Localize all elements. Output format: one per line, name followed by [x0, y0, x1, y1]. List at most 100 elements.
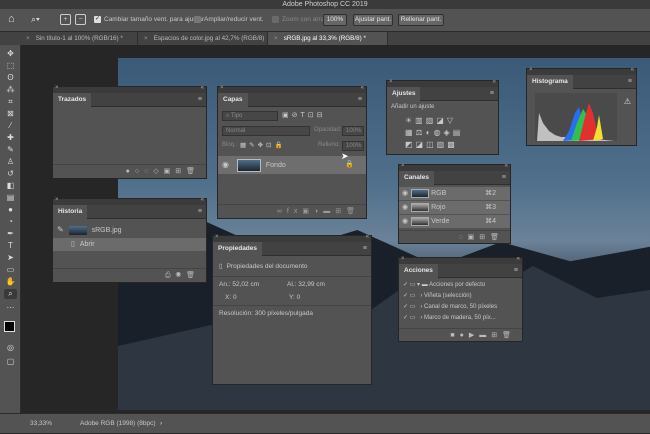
fill-input[interactable]: 100%	[342, 141, 364, 151]
history-item[interactable]: ▯ Abrir	[53, 238, 206, 251]
tab-espacios-color[interactable]: × Espacios de color.jpg al 42,7% (RGB/8)	[138, 32, 268, 45]
resize-windows-option[interactable]: ✓ Cambiar tamaño vent. para ajustar	[94, 16, 204, 23]
collapse-icon[interactable]: «	[201, 197, 204, 203]
new-layer-icon[interactable]: ⊞	[335, 208, 346, 215]
quick-select-tool-icon[interactable]: ⁂	[4, 85, 17, 95]
close-icon[interactable]: ×	[401, 256, 405, 262]
actions-panel-title[interactable]: Acciones	[399, 264, 438, 278]
panel-menu-icon[interactable]: ≡	[490, 90, 494, 97]
adjustment-icon[interactable]: ◑	[314, 208, 323, 215]
path-select-tool-icon[interactable]: ➤	[4, 253, 17, 263]
panel-menu-icon[interactable]: ≡	[358, 96, 362, 103]
collapse-icon[interactable]: «	[631, 67, 634, 73]
shape-tool-icon[interactable]: ▭	[4, 265, 17, 275]
trash-icon[interactable]: 🗑	[186, 168, 200, 175]
check-icon[interactable]: ✓	[403, 293, 408, 299]
action-row[interactable]: ✓ ▭ › Canal de marco, 50 píxeles	[399, 302, 522, 312]
collapse-icon[interactable]: «	[517, 256, 520, 262]
more-tools-icon[interactable]: ⋯	[4, 303, 17, 313]
crop-tool-icon[interactable]: ⌗	[4, 97, 17, 107]
new-path-icon[interactable]: ⊞	[175, 168, 186, 175]
dialog-toggle-icon[interactable]: ▭	[410, 282, 416, 288]
action-row[interactable]: ✓ ▭ › Viñeta (selección)	[399, 291, 522, 301]
group-icon[interactable]: ▬	[323, 208, 335, 215]
visibility-eye-icon[interactable]: ◉	[402, 204, 408, 211]
close-icon[interactable]: ×	[274, 35, 278, 42]
filter-icons[interactable]: ▣⊘T⊡⊟	[282, 111, 326, 119]
tab-srgb[interactable]: × sRGB.jpg al 33,3% (RGB/8) *	[268, 32, 388, 45]
layer-filter-select[interactable]: ⌕ Tipo	[222, 111, 278, 121]
trash-icon[interactable]: 🗑	[502, 332, 516, 339]
dialog-toggle-icon[interactable]: ▭	[410, 315, 416, 321]
zoom-all-option[interactable]: Ampliar/reducir vent.	[194, 16, 264, 23]
collapse-icon[interactable]: «	[201, 85, 204, 91]
panel-menu-icon[interactable]: ≡	[198, 96, 202, 103]
adjustment-icons-row1[interactable]: ☀▥▧◪▽	[405, 116, 456, 125]
collapse-icon[interactable]: «	[505, 163, 508, 169]
marquee-tool-icon[interactable]: ⬚	[4, 61, 17, 71]
brush-tool-icon[interactable]: ✎	[4, 145, 17, 155]
status-zoom[interactable]: 33,33%	[30, 414, 52, 434]
collapse-icon[interactable]: «	[366, 234, 369, 240]
fit-screen-button[interactable]: Ajustar pant.	[353, 14, 393, 26]
close-icon[interactable]: ×	[389, 79, 393, 85]
history-brush-tool-icon[interactable]: ↺	[4, 169, 17, 179]
collapse-icon[interactable]: «	[493, 79, 496, 85]
fx-icon[interactable]: fx	[287, 208, 302, 215]
zoom-tool-icon[interactable]: ⌕	[4, 289, 17, 299]
save-selection-icon[interactable]: ▣	[468, 234, 480, 241]
foreground-color-swatch[interactable]	[4, 321, 15, 332]
new-document-icon[interactable]: ⎙	[165, 272, 176, 279]
check-icon[interactable]: ✓	[403, 282, 408, 288]
checkbox-checked-icon[interactable]: ✓	[94, 16, 101, 23]
panel-menu-icon[interactable]: ≡	[502, 174, 506, 181]
record-icon[interactable]: ●	[460, 332, 469, 339]
quick-mask-icon[interactable]: ◎	[4, 343, 17, 353]
channel-row[interactable]: ◉ RGB ⌘2	[399, 187, 510, 200]
close-icon[interactable]: ×	[215, 234, 219, 240]
fill-path-icon[interactable]: ●	[126, 168, 135, 175]
load-selection-icon[interactable]: ◌	[144, 168, 153, 175]
move-tool-icon[interactable]: ✥	[4, 49, 17, 59]
close-icon[interactable]: ×	[220, 85, 224, 91]
screen-mode-icon[interactable]: ▢	[4, 357, 17, 367]
check-icon[interactable]: ✓	[403, 315, 408, 321]
load-channel-icon[interactable]: ◌	[458, 234, 467, 241]
trash-icon[interactable]: 🗑	[186, 272, 200, 279]
type-tool-icon[interactable]: T	[4, 241, 17, 251]
visibility-eye-icon[interactable]: ◉	[402, 218, 408, 225]
panel-menu-icon[interactable]: ≡	[198, 208, 202, 215]
close-icon[interactable]: ×	[144, 35, 148, 42]
link-icon[interactable]: ∞	[277, 208, 287, 215]
zoom-out-icon[interactable]: −	[75, 14, 86, 25]
tab-sin-titulo[interactable]: × Sin título-1 al 100% (RGB/16) *	[20, 32, 138, 45]
close-icon[interactable]: ×	[529, 67, 533, 73]
action-row[interactable]: ✓ ▭ › Marco de madera, 50 píx...	[399, 313, 522, 323]
warning-icon[interactable]: ⚠	[624, 97, 631, 106]
layers-panel-title[interactable]: Capas	[218, 93, 248, 107]
hand-tool-icon[interactable]: ✋	[4, 277, 17, 287]
status-profile[interactable]: Adobe RGB (1998) (8bpc)	[80, 414, 156, 434]
home-icon[interactable]: ⌂	[8, 13, 15, 25]
add-mask-icon[interactable]: ▣	[302, 208, 314, 215]
width-value[interactable]: 52,02 cm	[232, 281, 259, 288]
x-value[interactable]: 0	[233, 294, 237, 301]
mask-icon[interactable]: ▣	[164, 168, 176, 175]
panel-menu-icon[interactable]: ≡	[628, 78, 632, 85]
stop-icon[interactable]: ■	[450, 332, 459, 339]
zoom-in-icon[interactable]: +	[60, 14, 71, 25]
fill-screen-button[interactable]: Rellenar pant.	[398, 14, 444, 26]
opacity-input[interactable]: 100%	[342, 126, 364, 136]
trash-icon[interactable]: 🗑	[346, 208, 360, 215]
new-channel-icon[interactable]: ⊞	[479, 234, 490, 241]
eyedropper-tool-icon[interactable]: ⁄	[4, 121, 17, 131]
snapshot-icon[interactable]: ◉	[176, 272, 187, 279]
dodge-tool-icon[interactable]: ◔	[4, 217, 17, 227]
status-arrow-icon[interactable]: ›	[160, 414, 162, 434]
check-icon[interactable]: ✓	[403, 304, 408, 310]
pen-tool-icon[interactable]: ✒	[4, 229, 17, 239]
history-snapshot[interactable]: ✎ sRGB.jpg	[53, 223, 206, 237]
checkbox-unchecked-icon[interactable]	[194, 16, 201, 23]
new-action-icon[interactable]: ⊞	[491, 332, 502, 339]
new-set-icon[interactable]: ▬	[479, 332, 491, 339]
